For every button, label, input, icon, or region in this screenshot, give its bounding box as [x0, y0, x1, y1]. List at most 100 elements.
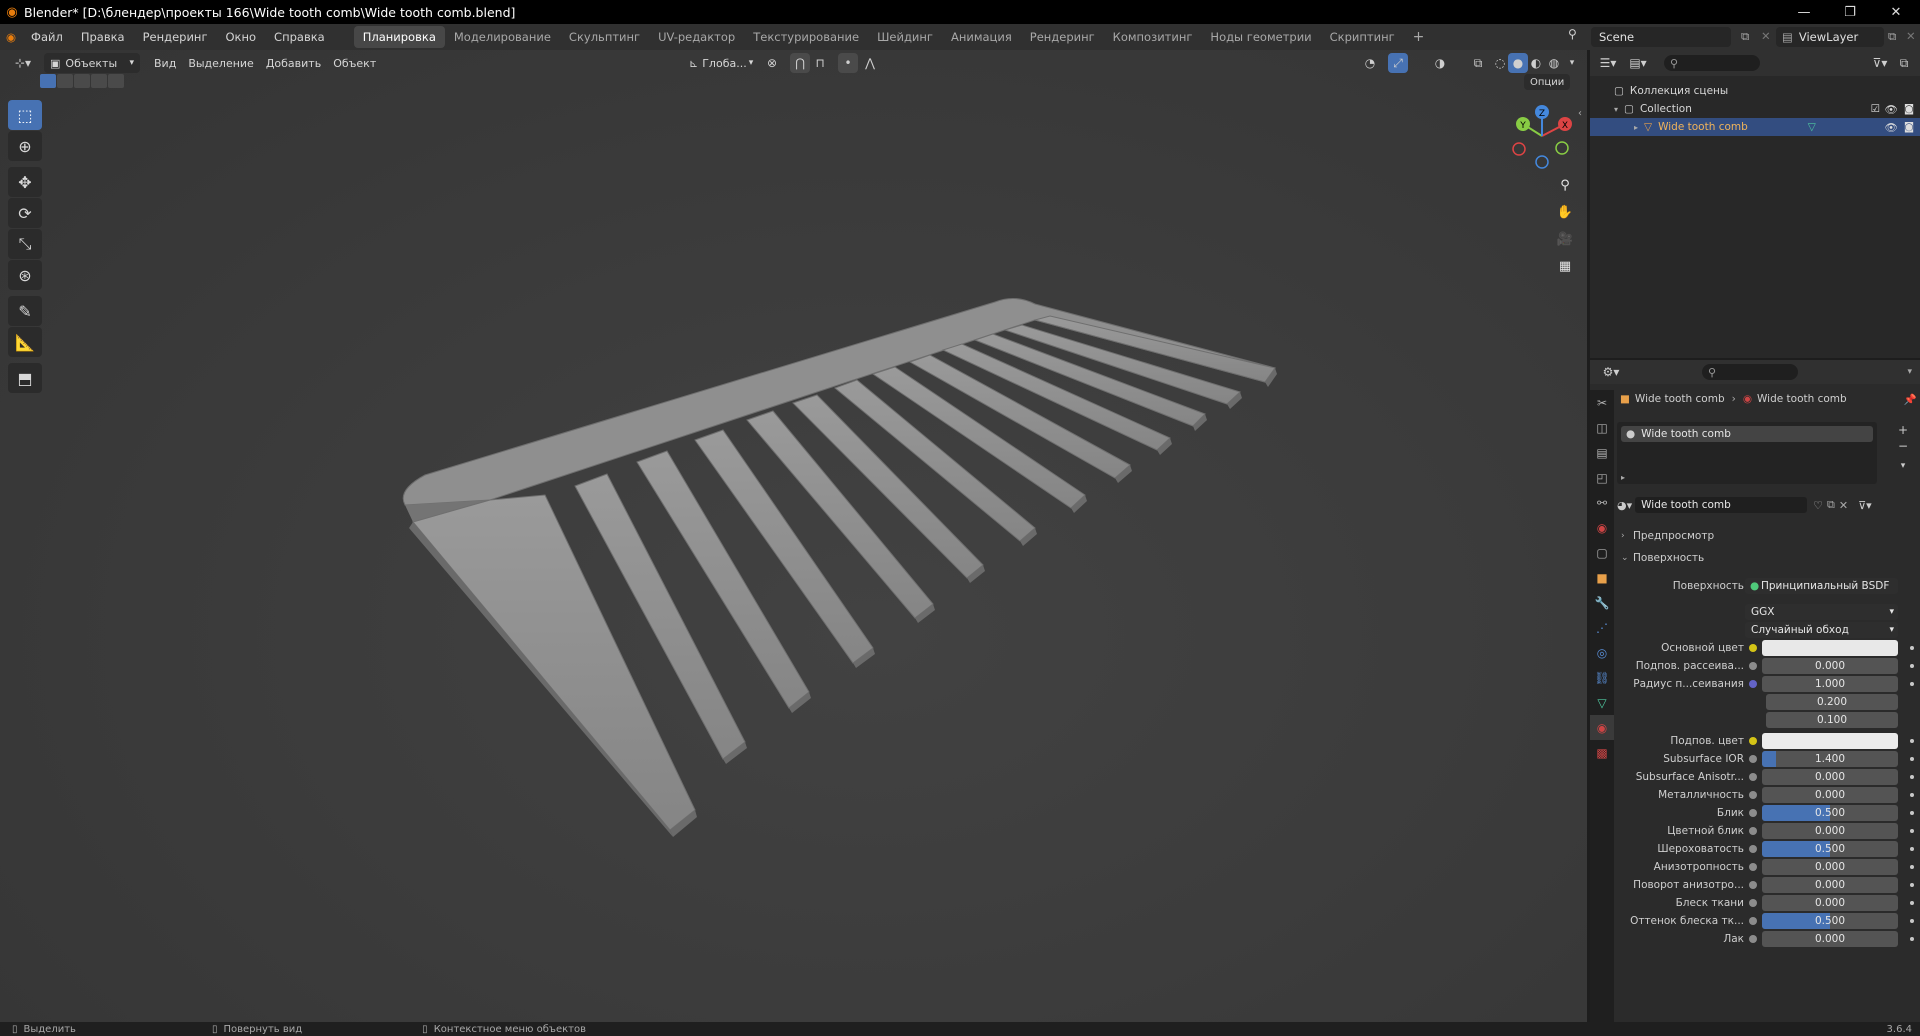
socket-dot-icon[interactable]: [1749, 644, 1757, 652]
navigation-gizmo[interactable]: X Y Z: [1508, 102, 1578, 172]
value-slider[interactable]: 0.000: [1762, 931, 1898, 947]
value-slider[interactable]: 1.400: [1762, 751, 1898, 767]
socket-dot-icon[interactable]: [1749, 755, 1757, 763]
socket-dot-icon[interactable]: [1749, 845, 1757, 853]
menu-window[interactable]: Окно: [216, 24, 265, 50]
material-tab-icon[interactable]: ◉: [1590, 715, 1614, 740]
scene-icon[interactable]: ⚲: [1568, 27, 1577, 41]
keyframe-dot-icon[interactable]: [1910, 865, 1914, 869]
remove-slot-icon[interactable]: −: [1893, 438, 1913, 454]
keyframe-dot-icon[interactable]: [1910, 664, 1914, 668]
cursor-tool[interactable]: ⊕: [8, 131, 42, 161]
value-slider[interactable]: 0.000: [1762, 823, 1898, 839]
texture-tab-icon[interactable]: ▩: [1590, 740, 1614, 765]
menu-file[interactable]: Файл: [22, 24, 72, 50]
chevron-right-icon[interactable]: ▸: [1621, 473, 1625, 482]
color-swatch[interactable]: [1762, 733, 1898, 749]
rendered-shading-icon[interactable]: ◍: [1544, 53, 1564, 73]
move-tool[interactable]: ✥: [8, 167, 42, 197]
maximize-button[interactable]: ❐: [1827, 0, 1873, 24]
menu-object[interactable]: Объект: [327, 53, 382, 73]
menu-add[interactable]: Добавить: [260, 53, 327, 73]
color-swatch[interactable]: [1762, 640, 1898, 656]
keyframe-dot-icon[interactable]: [1910, 883, 1914, 887]
socket-dot-icon[interactable]: [1749, 680, 1757, 688]
keyframe-dot-icon[interactable]: [1910, 847, 1914, 851]
keyframe-dot-icon[interactable]: [1910, 793, 1914, 797]
distribution-dropdown[interactable]: GGX ▾: [1745, 604, 1898, 620]
material-name-field[interactable]: Wide tooth comb: [1635, 497, 1808, 513]
object-tab-icon[interactable]: ■: [1590, 565, 1614, 590]
minimize-button[interactable]: —: [1781, 0, 1827, 24]
tab-geometry-nodes[interactable]: Ноды геометрии: [1201, 26, 1320, 48]
value-slider[interactable]: 0.100: [1766, 712, 1898, 728]
gizmo-neg-x[interactable]: [1512, 142, 1526, 156]
link-icon[interactable]: ⊽▾: [1858, 499, 1872, 512]
checkbox-icon[interactable]: ☑: [1871, 103, 1880, 115]
modifier-tab-icon[interactable]: 🔧: [1590, 590, 1614, 615]
surface-shader-field[interactable]: ● Принципиальный BSDF: [1745, 578, 1898, 594]
menu-view[interactable]: Вид: [148, 53, 182, 73]
chevron-down-icon[interactable]: ▾: [1614, 105, 1618, 114]
blender-menu-icon[interactable]: ◉: [0, 24, 22, 50]
keyframe-dot-icon[interactable]: [1910, 646, 1914, 650]
tab-texture-paint[interactable]: Текстурирование: [744, 26, 868, 48]
object-row-wide-tooth-comb[interactable]: ▸ ▽ Wide tooth comb ▽ 👁 ◙: [1590, 118, 1920, 136]
tab-scripting[interactable]: Скриптинг: [1321, 26, 1404, 48]
tab-sculpting[interactable]: Скульптинг: [560, 26, 649, 48]
select-subtract-icon[interactable]: [74, 74, 90, 88]
wide-tooth-comb-model[interactable]: [395, 290, 1285, 850]
physics-tab-icon[interactable]: ◎: [1590, 640, 1614, 665]
keyframe-dot-icon[interactable]: [1910, 757, 1914, 761]
chevron-right-icon[interactable]: ▸: [1634, 123, 1638, 132]
eye-icon[interactable]: 👁: [1885, 121, 1898, 134]
particles-tab-icon[interactable]: ⋰: [1590, 615, 1614, 640]
pan-hand-icon[interactable]: ✋: [1553, 200, 1577, 224]
socket-dot-icon[interactable]: [1749, 737, 1757, 745]
new-viewlayer-icon[interactable]: ⧉: [1888, 29, 1896, 44]
browse-material-icon[interactable]: ◕▾: [1617, 499, 1632, 512]
proportional-edit-icon[interactable]: •: [838, 53, 858, 73]
material-shading-icon[interactable]: ◐: [1526, 53, 1546, 73]
filter-icon[interactable]: ⊽▾: [1870, 53, 1890, 73]
socket-dot-icon[interactable]: [1749, 791, 1757, 799]
pin-icon[interactable]: 📌: [1904, 393, 1917, 406]
socket-dot-icon[interactable]: [1749, 935, 1757, 943]
camera-icon[interactable]: ◙: [1904, 121, 1914, 133]
keyframe-dot-icon[interactable]: [1910, 682, 1914, 686]
tab-layout[interactable]: Планировка: [353, 26, 445, 48]
render-tab-icon[interactable]: ◫: [1590, 415, 1614, 440]
editor-type-icon[interactable]: ⊹▾: [10, 53, 36, 73]
value-slider[interactable]: 0.000: [1762, 769, 1898, 785]
value-slider[interactable]: 0.000: [1762, 895, 1898, 911]
chevron-down-icon[interactable]: ▾: [1562, 53, 1582, 73]
value-slider[interactable]: 0.000: [1762, 658, 1898, 674]
perspective-grid-icon[interactable]: ▦: [1553, 254, 1577, 278]
add-workspace-button[interactable]: +: [1404, 26, 1434, 48]
scale-tool[interactable]: ⤡: [8, 229, 42, 259]
select-invert-icon[interactable]: [91, 74, 107, 88]
add-slot-icon[interactable]: +: [1893, 422, 1913, 438]
socket-dot-icon[interactable]: [1749, 917, 1757, 925]
tool-tab-icon[interactable]: ✂: [1590, 390, 1614, 415]
tab-modeling[interactable]: Моделирование: [445, 26, 560, 48]
value-slider[interactable]: 0.000: [1762, 877, 1898, 893]
socket-dot-icon[interactable]: [1749, 773, 1757, 781]
zoom-icon[interactable]: ⚲: [1553, 173, 1577, 197]
select-box-tool[interactable]: ⬚: [8, 100, 42, 130]
value-slider[interactable]: 0.000: [1762, 787, 1898, 803]
snap-target-icon[interactable]: ⊓: [810, 53, 830, 73]
xray-icon[interactable]: ⧉: [1468, 53, 1488, 73]
falloff-icon[interactable]: ⋀: [860, 53, 880, 73]
transform-tool[interactable]: ⊛: [8, 260, 42, 290]
3d-viewport[interactable]: ⊹▾ ▣ Объекты ▾ Вид Выделение Добавить Об…: [0, 50, 1587, 1022]
overlay-icon[interactable]: ◑: [1430, 53, 1450, 73]
scene-collection-row[interactable]: ▢ Коллекция сцены: [1590, 82, 1920, 100]
select-new-icon[interactable]: [40, 74, 56, 88]
menu-edit[interactable]: Правка: [72, 24, 134, 50]
socket-dot-icon[interactable]: [1749, 809, 1757, 817]
camera-view-icon[interactable]: 🎥: [1553, 227, 1577, 251]
rotate-tool[interactable]: ⟳: [8, 198, 42, 228]
value-slider[interactable]: 0.500: [1762, 841, 1898, 857]
snap-icon[interactable]: ⋂: [790, 53, 810, 73]
